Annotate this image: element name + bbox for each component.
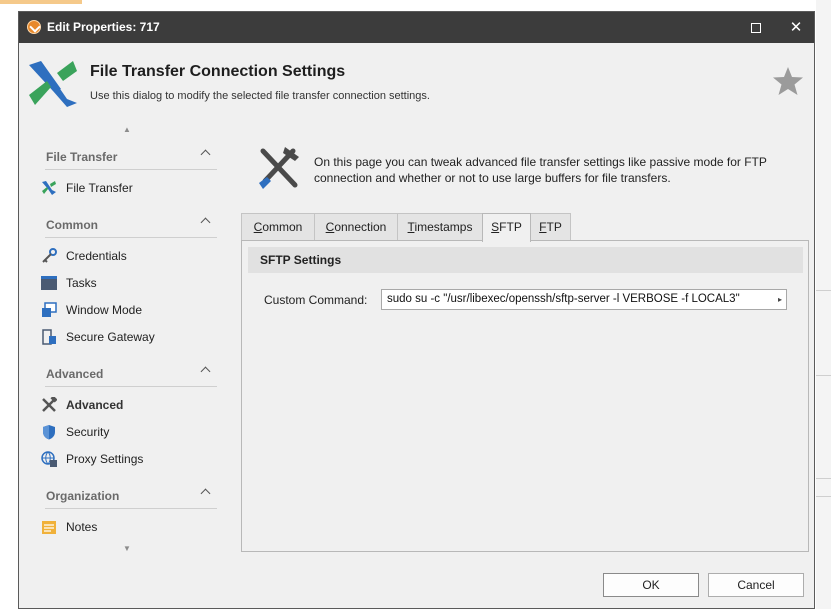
sidebar-item-window-mode[interactable]: Window Mode <box>41 299 217 321</box>
dialog-header: File Transfer Connection Settings Use th… <box>19 43 814 117</box>
sidebar-item-label: File Transfer <box>66 181 133 195</box>
background-tab-strip <box>0 0 82 4</box>
sidebar-item-secure-gateway[interactable]: Secure Gateway <box>41 326 217 348</box>
collapse-icon[interactable] <box>200 217 211 228</box>
key-icon <box>42 248 57 263</box>
sidebar-item-label: Tasks <box>66 276 97 290</box>
sidebar-item-label: Proxy Settings <box>66 452 144 466</box>
sidebar-item-label: Window Mode <box>66 303 143 317</box>
sidebar-scroll-up-icon[interactable]: ▲ <box>35 125 219 134</box>
section-advanced[interactable]: Advanced <box>45 363 217 387</box>
shield-icon <box>43 425 55 440</box>
ok-button[interactable]: OK <box>603 573 699 597</box>
section-label: Organization <box>46 489 120 503</box>
tasks-icon <box>41 276 57 290</box>
sftp-panel: SFTP Settings Custom Command: sudo su -c… <box>241 240 809 552</box>
globe-icon <box>41 451 57 467</box>
app-icon <box>27 20 41 34</box>
background-divider <box>816 290 831 291</box>
file-transfer-icon <box>42 181 56 195</box>
sidebar-item-label: Notes <box>66 520 98 534</box>
sidebar-item-label: Secure Gateway <box>66 330 155 344</box>
sftp-settings-heading: SFTP Settings <box>260 253 342 267</box>
info-text: On this page you can tweak advanced file… <box>314 155 767 185</box>
sidebar-item-label: Security <box>66 425 110 439</box>
tab-accelerator: F <box>539 220 547 234</box>
background-window-edge <box>816 0 831 609</box>
notes-icon <box>42 521 56 534</box>
custom-command-value: sudo su -c "/usr/libexec/openssh/sftp-se… <box>387 293 740 305</box>
collapse-icon[interactable] <box>200 366 211 377</box>
tools-icon <box>42 397 57 412</box>
background-divider <box>816 478 831 479</box>
tab-accelerator: C <box>325 220 335 234</box>
tab-common[interactable]: Common <box>241 213 315 241</box>
tools-icon <box>259 147 299 189</box>
tab-label: imestamps <box>414 220 473 234</box>
sidebar-item-file-transfer[interactable]: File Transfer <box>41 177 217 199</box>
tab-ftp[interactable]: FTP <box>530 213 571 241</box>
tab-label: FTP <box>499 220 522 234</box>
sidebar-item-advanced[interactable]: Advanced <box>41 394 217 416</box>
page-title: File Transfer Connection Settings <box>90 63 346 80</box>
sidebar-item-credentials[interactable]: Credentials <box>41 245 217 267</box>
maximize-button[interactable] <box>735 12 777 43</box>
sidebar-item-security[interactable]: Security <box>41 421 217 443</box>
tab-timestamps[interactable]: Timestamps <box>397 213 483 241</box>
tab-sftp[interactable]: SFTP <box>482 213 531 242</box>
window-mode-icon <box>42 302 57 317</box>
tab-label: TP <box>546 220 562 234</box>
cancel-button[interactable]: Cancel <box>708 573 804 597</box>
maximize-icon <box>751 23 761 34</box>
collapse-icon[interactable] <box>200 488 211 499</box>
title-bar[interactable]: Edit Properties: 717 ✕ <box>19 12 814 43</box>
custom-command-label: Custom Command: <box>264 293 368 307</box>
custom-command-field[interactable]: sudo su -c "/usr/libexec/openssh/sftp-se… <box>381 289 787 310</box>
background-divider <box>816 375 831 376</box>
sidebar-item-tasks[interactable]: Tasks <box>41 272 217 294</box>
collapse-icon[interactable] <box>200 149 211 160</box>
tab-label: ommon <box>262 220 303 234</box>
window-title: Edit Properties: 717 <box>47 20 160 34</box>
section-label: File Transfer <box>46 150 118 164</box>
edit-properties-dialog: Edit Properties: 717 ✕ File Transfer Con… <box>18 11 815 609</box>
sidebar: ▲ File Transfer File Transfer Common Cre… <box>35 116 219 566</box>
section-label: Advanced <box>46 367 104 381</box>
expand-arrow-icon[interactable]: ▸ <box>778 290 782 309</box>
background-divider <box>816 496 831 497</box>
gateway-icon <box>42 329 56 345</box>
close-button[interactable]: ✕ <box>775 12 814 43</box>
sidebar-item-label: Advanced <box>66 398 124 412</box>
section-organization[interactable]: Organization <box>45 485 217 509</box>
file-transfer-logo-icon <box>29 61 77 107</box>
tab-connection[interactable]: Connection <box>314 213 398 241</box>
star-icon[interactable] <box>772 65 804 97</box>
page-subtitle: Use this dialog to modify the selected f… <box>90 90 430 102</box>
sidebar-scroll-down-icon[interactable]: ▼ <box>35 544 219 553</box>
sidebar-item-label: Credentials <box>66 249 127 263</box>
tab-label: onnection <box>334 220 387 234</box>
section-label: Common <box>46 218 98 232</box>
sidebar-item-notes[interactable]: Notes <box>41 516 217 538</box>
tab-accelerator: S <box>491 220 500 234</box>
section-file-transfer[interactable]: File Transfer <box>45 146 217 170</box>
sidebar-item-proxy-settings[interactable]: Proxy Settings <box>41 448 217 470</box>
sftp-settings-header: SFTP Settings <box>248 247 803 273</box>
section-common[interactable]: Common <box>45 214 217 238</box>
